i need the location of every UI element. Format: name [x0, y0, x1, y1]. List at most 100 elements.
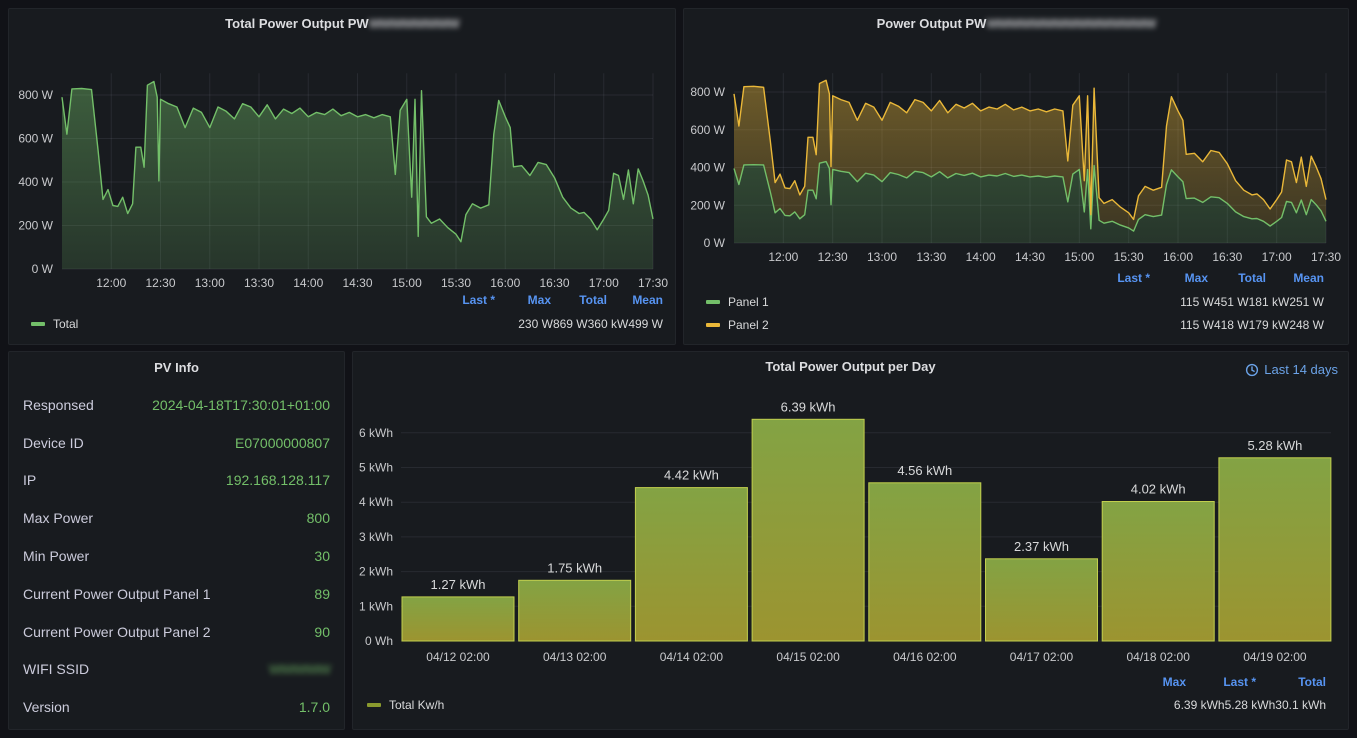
pv-row-current-panel2: Current Power Output Panel 290: [23, 613, 330, 651]
panel-title-pv-info[interactable]: PV Info: [9, 360, 344, 375]
pv-row-current-panel1: Current Power Output Panel 1 89: [23, 575, 330, 613]
svg-text:600 W: 600 W: [690, 123, 725, 137]
pv-value: 30: [314, 548, 330, 564]
svg-text:0 W: 0 W: [704, 236, 726, 250]
stat-header-total[interactable]: Total: [1208, 271, 1266, 285]
svg-text:04/18 02:00: 04/18 02:00: [1126, 650, 1190, 664]
pv-label: Current Power Output Panel 1: [23, 586, 211, 602]
stat-header-max[interactable]: Max: [495, 293, 551, 307]
panel-title-text: Power Output PW: [877, 16, 987, 31]
svg-text:16:00: 16:00: [1163, 250, 1193, 264]
pv-value: E07000000807: [235, 435, 330, 451]
svg-text:13:00: 13:00: [195, 276, 225, 290]
svg-text:600 W: 600 W: [18, 132, 53, 146]
series-marker-total-kwh: [367, 703, 381, 707]
stat-value-max: 451 W: [1214, 295, 1249, 309]
pv-value: 89: [314, 586, 330, 602]
svg-text:200 W: 200 W: [18, 219, 53, 233]
pv-value: 2024-04-18T17:30:01+01:00: [152, 397, 330, 413]
svg-text:6 kWh: 6 kWh: [359, 426, 393, 440]
stat-header-last[interactable]: Last *: [1092, 271, 1150, 285]
panel-pv-info: PV Info Responsed2024-04-18T17:30:01+01:…: [8, 351, 345, 730]
svg-text:16:00: 16:00: [490, 276, 520, 290]
stat-value-mean: 248 W: [1289, 318, 1324, 332]
pv-row-max-power: Max Power800: [23, 499, 330, 537]
pv-value: 192.168.128.117: [226, 472, 330, 488]
svg-text:800 W: 800 W: [18, 88, 53, 102]
total-power-timeseries-chart[interactable]: 12:0012:3013:0013:3014:0014:3015:0015:30…: [9, 35, 676, 293]
stat-value-total: 179 kW: [1249, 318, 1290, 332]
panel-title-power-output[interactable]: Power Output PWWWWWWWWWWWWWWWW: [684, 15, 1348, 33]
legend-row-total-kwh: Total Kw/h 6.39 kWh 5.28 kWh 30.1 kWh: [353, 694, 1348, 716]
pv-label: Max Power: [23, 510, 93, 526]
stat-value-mean: 251 W: [1289, 295, 1324, 309]
svg-text:4.02 kWh: 4.02 kWh: [1131, 482, 1186, 497]
svg-text:1 kWh: 1 kWh: [359, 599, 393, 613]
svg-text:5.28 kWh: 5.28 kWh: [1247, 438, 1302, 453]
stat-value-max: 869 W: [553, 317, 588, 331]
stat-header-last[interactable]: Last *: [439, 293, 495, 307]
pv-label: Device ID: [23, 435, 84, 451]
svg-text:15:00: 15:00: [1064, 250, 1094, 264]
stats-header-row: Max Last * Total: [353, 672, 1348, 692]
svg-text:13:30: 13:30: [244, 276, 274, 290]
stat-header-mean[interactable]: Mean: [1266, 271, 1324, 285]
panel-title-total-power[interactable]: Total Power Output PWWWWWWWWW: [9, 15, 675, 33]
stat-header-last[interactable]: Last *: [1186, 675, 1256, 689]
pv-value: 90: [314, 624, 330, 640]
svg-text:14:30: 14:30: [1015, 250, 1045, 264]
stats-header-row: Last * Max Total Mean: [9, 290, 675, 310]
svg-text:1.75 kWh: 1.75 kWh: [547, 560, 602, 575]
svg-text:17:30: 17:30: [638, 276, 668, 290]
stat-value-last: 115 W: [1180, 318, 1214, 332]
stat-header-total[interactable]: Total: [1256, 675, 1326, 689]
stat-header-max[interactable]: Max: [1116, 675, 1186, 689]
stat-value-mean: 499 W: [628, 317, 663, 331]
per-day-bar-chart[interactable]: 0 Wh1 kWh2 kWh3 kWh4 kWh5 kWh6 kWh1.27 k…: [353, 378, 1349, 693]
power-output-stacked-chart[interactable]: 12:0012:3013:0013:3014:0014:3015:0015:30…: [684, 35, 1349, 273]
pv-label: IP: [23, 472, 36, 488]
svg-text:4.42 kWh: 4.42 kWh: [664, 468, 719, 483]
series-label-panel1[interactable]: Panel 1: [728, 295, 769, 309]
svg-text:4.56 kWh: 4.56 kWh: [897, 463, 952, 478]
panel-total-power: Total Power Output PWWWWWWWWW 12:0012:30…: [8, 8, 676, 345]
series-label-total-kwh[interactable]: Total Kw/h: [389, 698, 444, 712]
clock-icon: [1245, 363, 1259, 377]
stat-header-mean[interactable]: Mean: [607, 293, 663, 307]
svg-text:04/17 02:00: 04/17 02:00: [1010, 650, 1074, 664]
series-marker-panel1: [706, 300, 720, 304]
series-marker-panel2: [706, 323, 720, 327]
svg-text:17:00: 17:00: [1262, 250, 1292, 264]
svg-text:17:00: 17:00: [589, 276, 619, 290]
svg-text:13:00: 13:00: [867, 250, 897, 264]
series-label-panel2[interactable]: Panel 2: [728, 318, 769, 332]
stats-header-row: Last * Max Total Mean: [684, 268, 1348, 288]
pv-row-version: Version 1.7.0: [23, 688, 330, 726]
pv-label: Version: [23, 699, 70, 715]
panel-power-output: Power Output PWWWWWWWWWWWWWWWW 12:0012:3…: [683, 8, 1349, 345]
svg-text:15:00: 15:00: [392, 276, 422, 290]
svg-text:04/16 02:00: 04/16 02:00: [893, 650, 957, 664]
panel-title-per-day[interactable]: Total Power Output per Day: [353, 358, 1348, 376]
pv-info-table: Responsed2024-04-18T17:30:01+01:00 Devic…: [23, 386, 330, 726]
pv-row-ip: IP 192.168.128.117: [23, 462, 330, 500]
svg-text:400 W: 400 W: [18, 175, 53, 189]
svg-text:13:30: 13:30: [916, 250, 946, 264]
svg-text:12:00: 12:00: [96, 276, 126, 290]
stat-header-max[interactable]: Max: [1150, 271, 1208, 285]
time-range-control[interactable]: Last 14 days: [1245, 362, 1338, 377]
pv-value: 1.7.0: [299, 699, 330, 715]
series-label-total[interactable]: Total: [53, 317, 78, 331]
legend-row-total: Total 230 W 869 W 360 kW 499 W: [9, 313, 675, 335]
time-range-label: Last 14 days: [1264, 362, 1338, 377]
pv-label: Min Power: [23, 548, 89, 564]
svg-text:04/12 02:00: 04/12 02:00: [426, 650, 490, 664]
legend-row-panel2: Panel 2 115 W 418 W 179 kW 248 W: [684, 314, 1348, 336]
svg-text:16:30: 16:30: [539, 276, 569, 290]
panel-title-text: Total Power Output per Day: [765, 359, 935, 374]
svg-text:4 kWh: 4 kWh: [359, 495, 393, 509]
stat-header-total[interactable]: Total: [551, 293, 607, 307]
svg-text:2 kWh: 2 kWh: [359, 565, 393, 579]
svg-text:1.27 kWh: 1.27 kWh: [431, 577, 486, 592]
pv-row-min-power: Min Power 30: [23, 537, 330, 575]
